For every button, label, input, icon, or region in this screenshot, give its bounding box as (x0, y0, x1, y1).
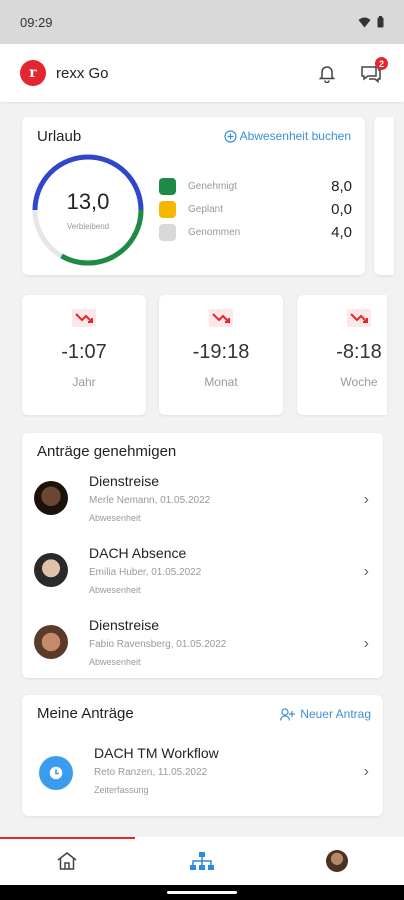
time-balance-label: Woche (340, 375, 378, 389)
time-card-week[interactable]: -8:18 Woche (297, 295, 387, 415)
legend-value: 8,0 (331, 178, 352, 195)
request-title: DACH TM Workflow (94, 745, 219, 761)
remaining-value: 13,0 (66, 189, 110, 214)
time-balance-label: Jahr (72, 375, 96, 389)
request-type: Abwesenheit (89, 585, 141, 595)
battery-icon (377, 16, 384, 28)
next-card-peek[interactable] (374, 117, 394, 275)
messages-badge: 2 (375, 57, 388, 70)
wifi-icon (358, 17, 371, 27)
app-bar: r rexx Go 2 (0, 44, 404, 102)
nav-home[interactable] (0, 837, 135, 885)
chevron-right-icon: › (363, 635, 369, 652)
app-bar-actions: 2 (314, 57, 388, 86)
status-bar: 09:29 (0, 0, 404, 44)
request-type: Zeiterfassung (94, 785, 149, 795)
approvals-card: Anträge genehmigen Dienstreise Merle Nem… (22, 433, 383, 678)
my-request-item[interactable]: DACH TM Workflow Reto Ranzen, 11.05.2022… (22, 739, 383, 811)
home-icon (57, 852, 77, 870)
request-title: Dienstreise (89, 617, 160, 633)
new-request-button[interactable]: Neuer Antrag (280, 707, 371, 721)
avatar (34, 625, 68, 659)
legend-item-taken: Genommen 4,0 (159, 221, 352, 244)
request-meta: Merle Nemann, 01.05.2022 (89, 495, 211, 506)
status-icons (358, 16, 384, 28)
approval-item[interactable]: DACH Absence Emilia Huber, 01.05.2022 Ab… (22, 539, 383, 611)
request-title: Dienstreise (89, 473, 160, 489)
request-meta: Emilia Huber, 01.05.2022 (89, 567, 202, 578)
my-requests-title: Meine Anträge (37, 705, 134, 722)
time-balance-value: -8:18 (336, 341, 382, 363)
time-balance-label: Monat (204, 375, 238, 389)
add-user-icon (280, 707, 296, 721)
app-title: rexx Go (56, 64, 109, 82)
legend-swatch-planned (159, 201, 176, 218)
rexx-logo: r (20, 60, 46, 86)
vacation-title: Urlaub (37, 128, 82, 145)
trend-down-icon (347, 309, 371, 327)
legend-value: 0,0 (331, 201, 352, 218)
bell-icon (318, 66, 336, 83)
book-absence-button[interactable]: Abwesenheit buchen (223, 129, 351, 143)
vacation-card[interactable]: Urlaub Abwesenheit buchen 13,0 Verbleibe… (22, 117, 365, 275)
notifications-button[interactable] (314, 60, 340, 86)
profile-avatar (325, 850, 348, 872)
request-meta: Reto Ranzen, 11.05.2022 (94, 767, 208, 778)
bottom-navigation (0, 837, 404, 885)
status-time: 09:29 (20, 14, 53, 30)
org-chart-icon (190, 852, 214, 870)
new-request-label: Neuer Antrag (300, 707, 371, 721)
legend-value: 4,0 (331, 224, 352, 241)
legend-label: Geplant (188, 204, 224, 215)
approvals-title: Anträge genehmigen (37, 443, 177, 460)
active-tab-indicator (0, 837, 135, 839)
legend-label: Genehmigt (188, 181, 237, 192)
chevron-right-icon: › (363, 491, 369, 508)
messages-button[interactable]: 2 (358, 57, 388, 86)
clock-icon (39, 756, 73, 790)
time-card-month[interactable]: -19:18 Monat (159, 295, 283, 415)
nav-organization[interactable] (135, 837, 270, 885)
time-balance-value: -1:07 (61, 341, 107, 363)
approval-item[interactable]: Dienstreise Fabio Ravensberg, 01.05.2022… (22, 611, 383, 683)
legend-label: Genommen (188, 227, 241, 238)
avatar (34, 553, 68, 587)
chevron-right-icon: › (363, 563, 369, 580)
my-requests-card: Meine Anträge Neuer Antrag DACH TM Workf… (22, 695, 383, 816)
donut-segment-approved (60, 209, 144, 266)
avatar (34, 481, 68, 515)
legend-item-approved: Genehmigt 8,0 (159, 175, 352, 198)
approval-item[interactable]: Dienstreise Merle Nemann, 01.05.2022 Abw… (22, 467, 383, 539)
time-card-year[interactable]: -1:07 Jahr (22, 295, 146, 415)
gesture-handle[interactable] (167, 891, 237, 894)
request-title: DACH Absence (89, 545, 187, 561)
remaining-label: Verbleibend (66, 222, 110, 231)
legend-swatch-taken (159, 224, 176, 241)
chevron-right-icon: › (363, 763, 369, 780)
trend-down-icon (209, 309, 233, 327)
legend-swatch-approved (159, 178, 176, 195)
nav-profile[interactable] (269, 837, 404, 885)
system-navigation-bar (0, 885, 404, 900)
trend-down-icon (72, 309, 96, 327)
request-type: Abwesenheit (89, 513, 141, 523)
request-meta: Fabio Ravensberg, 01.05.2022 (89, 639, 227, 650)
plus-circle-icon (223, 129, 237, 143)
request-type: Abwesenheit (89, 657, 141, 667)
time-balance-value: -19:18 (192, 341, 250, 363)
legend-item-planned: Geplant 0,0 (159, 198, 352, 221)
book-absence-label: Abwesenheit buchen (239, 129, 351, 143)
vacation-legend: Genehmigt 8,0 Geplant 0,0 Genommen 4,0 (159, 175, 352, 244)
